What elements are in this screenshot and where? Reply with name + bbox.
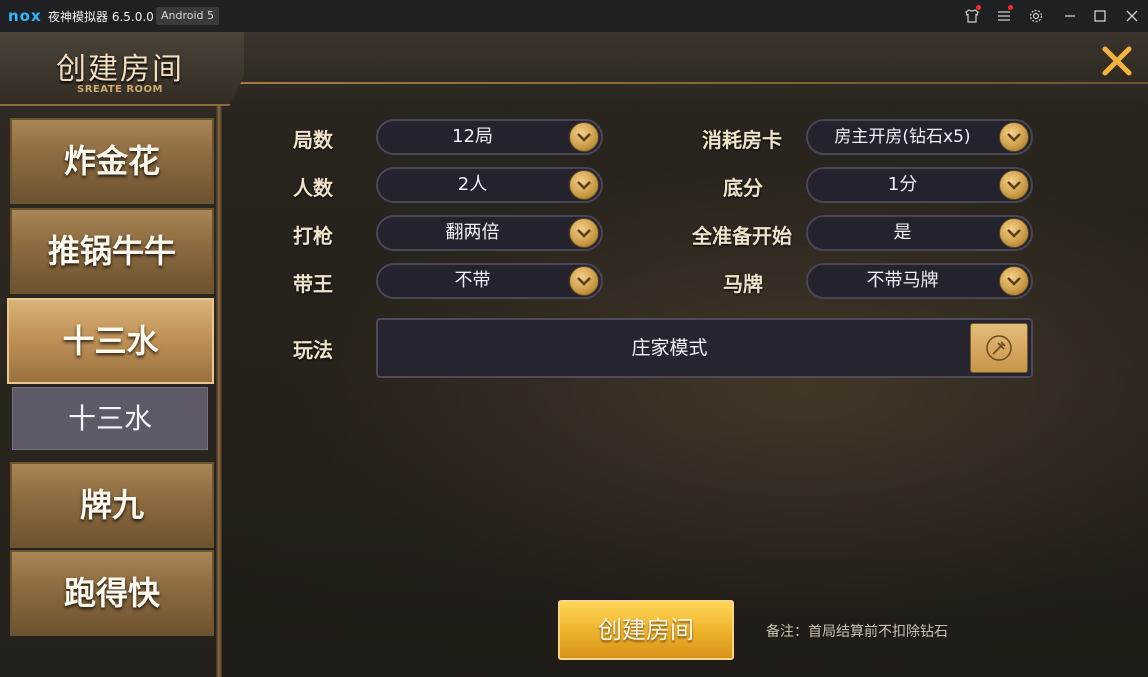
game-tab-zhajinhua[interactable]: 炸金花: [10, 118, 214, 204]
horse-card-label: 马牌: [723, 272, 763, 296]
card-cost-value: 房主开房(钻石x5): [834, 127, 971, 147]
chevron-down-icon[interactable]: [999, 218, 1029, 248]
emulator-titlebar: nox 夜神模拟器 6.5.0.0 Android 5: [0, 0, 1148, 32]
chevron-down-icon[interactable]: [999, 122, 1029, 152]
menu-icon[interactable]: [994, 5, 1014, 26]
pin-icon[interactable]: [970, 323, 1028, 373]
nox-logo: nox: [8, 7, 42, 25]
minimize-icon[interactable]: [1060, 6, 1080, 26]
chevron-down-icon[interactable]: [999, 266, 1029, 296]
base-score-label: 底分: [723, 176, 763, 200]
create-room-button[interactable]: 创建房间: [558, 600, 734, 660]
all-ready-label: 全准备开始: [692, 224, 792, 248]
gear-icon[interactable]: [1026, 6, 1046, 26]
players-value: 2人: [457, 174, 488, 195]
rounds-select[interactable]: 12局: [376, 119, 603, 155]
all-ready-value: 是: [893, 222, 912, 243]
rounds-value: 12局: [452, 126, 493, 147]
game-tab-paijiu[interactable]: 牌九: [10, 462, 214, 548]
base-score-select[interactable]: 1分: [806, 167, 1033, 203]
footer-note: 备注：首局结算前不扣除钻石: [766, 624, 948, 640]
rounds-label: 局数: [293, 128, 333, 152]
game-tab-paodekuai[interactable]: 跑得快: [10, 550, 214, 636]
chevron-down-icon[interactable]: [569, 218, 599, 248]
game-tab-shisanshui[interactable]: 十三水: [7, 298, 214, 384]
chevron-down-icon[interactable]: [569, 122, 599, 152]
mode-label: 玩法: [293, 338, 333, 362]
chevron-down-icon[interactable]: [999, 170, 1029, 200]
sidebar-edge: [216, 106, 222, 677]
shirt-icon[interactable]: [962, 5, 982, 26]
mode-value: 庄家模式: [631, 337, 708, 359]
base-score-value: 1分: [887, 174, 918, 195]
all-ready-select[interactable]: 是: [806, 215, 1033, 251]
players-label: 人数: [293, 176, 333, 200]
android-version-badge: Android 5: [156, 7, 220, 25]
close-icon[interactable]: [1122, 6, 1142, 26]
app-title: 夜神模拟器 6.5.0.0: [48, 10, 154, 24]
game-screen: 创建房间 SREATE ROOM 炸金花 推锅牛牛 十三水 十三水 牌九 跑得快…: [0, 32, 1148, 677]
sub-tab-shisanshui[interactable]: 十三水: [12, 387, 208, 450]
joker-select[interactable]: 不带: [376, 263, 603, 299]
shoot-label: 打枪: [293, 224, 333, 248]
horse-card-select[interactable]: 不带马牌: [806, 263, 1033, 299]
game-tab-tuiguoniuniu[interactable]: 推锅牛牛: [10, 208, 214, 294]
chevron-down-icon[interactable]: [569, 266, 599, 296]
horse-card-value: 不带马牌: [866, 270, 939, 291]
chevron-down-icon[interactable]: [569, 170, 599, 200]
players-select[interactable]: 2人: [376, 167, 603, 203]
shoot-select[interactable]: 翻两倍: [376, 215, 603, 251]
shoot-value: 翻两倍: [445, 222, 500, 243]
joker-label: 带王: [293, 272, 333, 296]
page-title: 创建房间: [56, 52, 184, 87]
maximize-icon[interactable]: [1090, 6, 1110, 26]
mode-field[interactable]: 庄家模式: [376, 318, 1033, 378]
header-divider: [235, 82, 1148, 84]
card-cost-select[interactable]: 房主开房(钻石x5): [806, 119, 1033, 155]
joker-value: 不带: [454, 270, 491, 291]
page-subtitle: SREATE ROOM: [77, 84, 163, 95]
card-cost-label: 消耗房卡: [702, 128, 782, 152]
close-room-dialog-icon[interactable]: [1098, 44, 1136, 82]
